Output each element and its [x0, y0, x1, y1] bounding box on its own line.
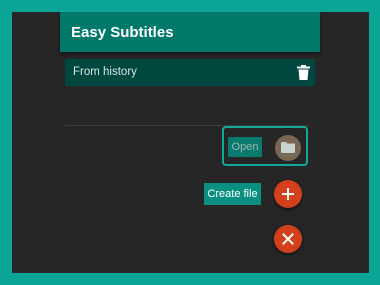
app-bar: Easy Subtitles	[60, 12, 320, 52]
history-item-label: From history	[73, 66, 137, 78]
folder-icon	[281, 142, 295, 153]
history-item[interactable]: From history	[65, 59, 315, 86]
open-action[interactable]: Open	[222, 126, 308, 166]
close-fab-button[interactable]	[274, 225, 302, 253]
open-label[interactable]: Open	[228, 137, 262, 157]
create-file-label[interactable]: Create file	[204, 183, 261, 205]
trash-icon[interactable]	[297, 65, 310, 80]
close-icon	[282, 233, 294, 245]
create-file-fab-button[interactable]	[274, 180, 302, 208]
app-window: Easy Subtitles From history Open Create …	[12, 12, 369, 273]
open-fab-button[interactable]	[275, 135, 301, 161]
app-title: Easy Subtitles	[71, 24, 174, 41]
plus-icon	[282, 188, 294, 200]
